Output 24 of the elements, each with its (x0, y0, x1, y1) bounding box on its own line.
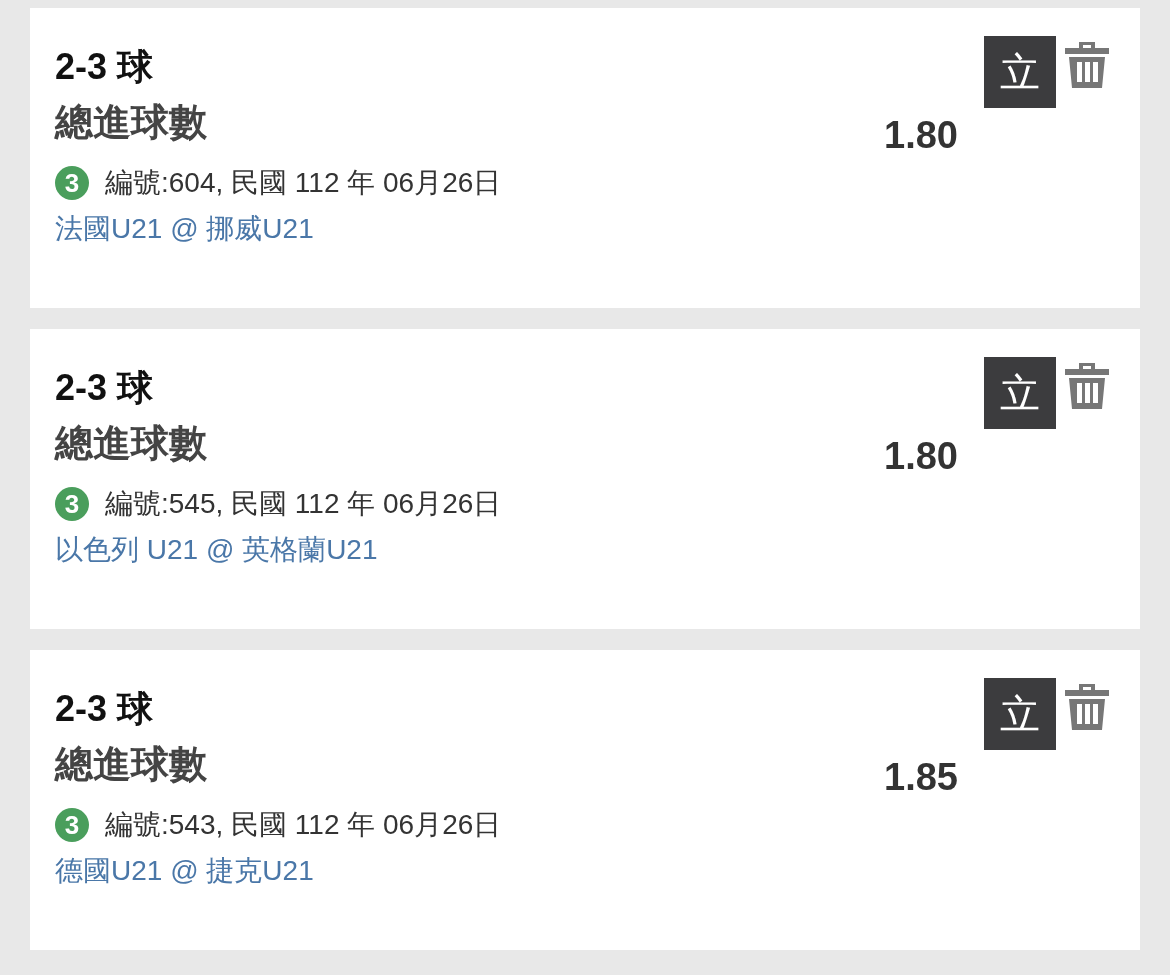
odds-value: 1.80 (884, 435, 958, 478)
selection-label: 2-3 球 (55, 46, 154, 88)
odds-value: 1.80 (884, 114, 958, 157)
selection-label: 2-3 球 (55, 688, 154, 730)
market-label: 總進球數 (55, 100, 207, 144)
market-label: 總進球數 (55, 742, 207, 786)
match-link[interactable]: 法國U21 @ 挪威U21 (55, 210, 314, 248)
action-button[interactable]: 立 (984, 36, 1056, 108)
match-info: 編號:545, 民國 112 年 06月26日 (105, 487, 502, 521)
trash-icon (1062, 40, 1112, 90)
number-badge: 3 (55, 808, 89, 842)
trash-icon (1062, 682, 1112, 732)
action-button[interactable]: 立 (984, 678, 1056, 750)
action-button[interactable]: 立 (984, 357, 1056, 429)
selection-label: 2-3 球 (55, 367, 154, 409)
match-info: 編號:543, 民國 112 年 06月26日 (105, 808, 502, 842)
trash-icon (1062, 361, 1112, 411)
number-badge: 3 (55, 166, 89, 200)
market-label: 總進球數 (55, 421, 207, 465)
match-link[interactable]: 以色列 U21 @ 英格蘭U21 (55, 531, 378, 569)
match-info: 編號:604, 民國 112 年 06月26日 (105, 166, 502, 200)
number-badge: 3 (55, 487, 89, 521)
odds-value: 1.85 (884, 756, 958, 799)
match-link[interactable]: 德國U21 @ 捷克U21 (55, 852, 314, 890)
